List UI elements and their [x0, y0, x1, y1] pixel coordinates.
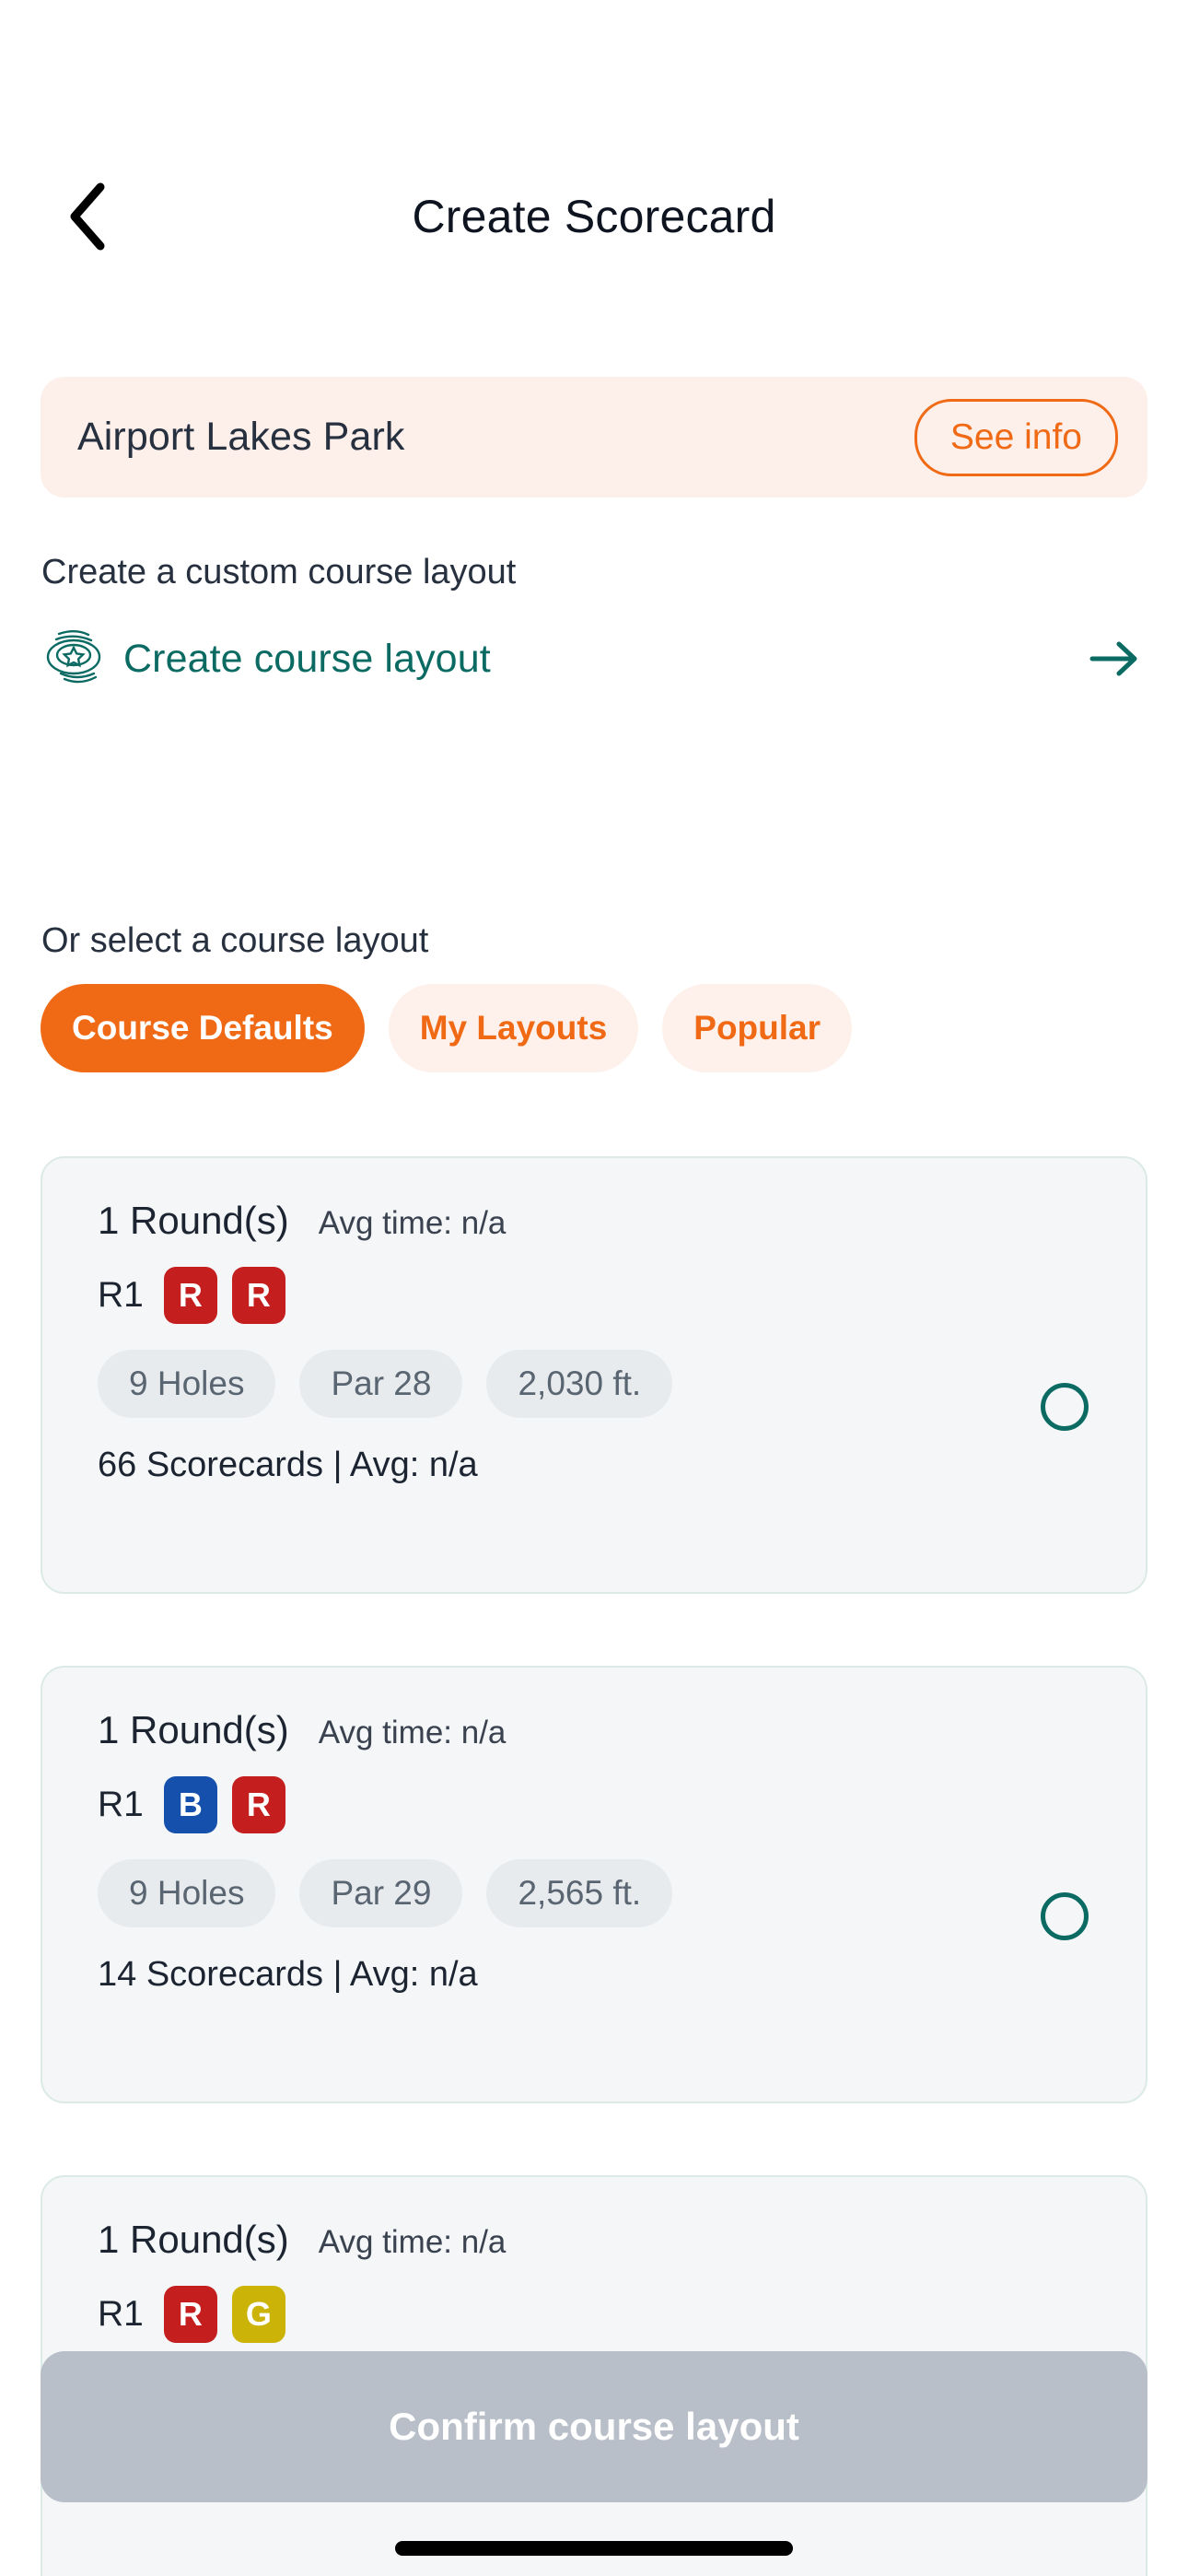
flying-disc-star-icon [41, 625, 109, 693]
distance-pill: 2,565 ft. [486, 1859, 673, 1927]
card-header-row: 1 Round(s) Avg time: n/a [98, 1708, 1109, 1752]
tee-row: R1 R G [98, 2286, 1109, 2343]
create-course-layout-row[interactable]: Create course layout [41, 608, 1147, 709]
back-button[interactable] [52, 181, 122, 252]
filter-chip-my-layouts[interactable]: My Layouts [388, 984, 639, 1072]
par-pill: Par 28 [299, 1350, 463, 1418]
card-header-row: 1 Round(s) Avg time: n/a [98, 1199, 1109, 1243]
tee-badge: B [163, 1776, 217, 1833]
holes-pill: 9 Holes [98, 1350, 276, 1418]
create-custom-layout-label: Create a custom course layout [41, 553, 517, 591]
tee-row: R1 R R [98, 1267, 1109, 1324]
create-scorecard-screen: Create Scorecard Airport Lakes Park See … [0, 0, 1188, 2576]
arrow-right-icon[interactable] [1089, 633, 1140, 685]
filter-chip-popular[interactable]: Popular [662, 984, 853, 1072]
tee-badge: R [163, 1267, 217, 1324]
filter-chip-course-defaults[interactable]: Course Defaults [41, 984, 365, 1072]
create-course-layout-link[interactable]: Create course layout [123, 637, 491, 682]
see-info-button[interactable]: See info [914, 398, 1118, 476]
distance-pill: 2,030 ft. [486, 1350, 673, 1418]
select-course-layout-label: Or select a course layout [41, 921, 429, 960]
layout-card[interactable]: 1 Round(s) Avg time: n/a R1 R R 9 Holes … [41, 1156, 1147, 1594]
par-pill: Par 29 [299, 1859, 463, 1927]
course-name: Airport Lakes Park [77, 415, 405, 459]
avg-time: Avg time: n/a [318, 2224, 507, 2260]
tee-badge: G [231, 2286, 285, 2343]
holes-pill: 9 Holes [98, 1859, 276, 1927]
tee-badge: R [231, 1776, 285, 1833]
card-header-row: 1 Round(s) Avg time: n/a [98, 2218, 1109, 2262]
tee-badge: R [163, 2286, 217, 2343]
rounds-count: 1 Round(s) [98, 2218, 289, 2261]
tee-badge: R [231, 1267, 285, 1324]
confirm-course-layout-button[interactable]: Confirm course layout [41, 2351, 1147, 2502]
layout-card[interactable]: 1 Round(s) Avg time: n/a R1 B R 9 Holes … [41, 1666, 1147, 2103]
app-header: Create Scorecard [0, 166, 1188, 267]
round-label: R1 [98, 2294, 144, 2334]
layout-select-radio[interactable] [1041, 1892, 1089, 1940]
scorecards-summary: 66 Scorecards | Avg: n/a [98, 1446, 478, 1484]
avg-time: Avg time: n/a [318, 1205, 507, 1241]
round-label: R1 [98, 1785, 144, 1824]
round-label: R1 [98, 1275, 144, 1315]
layout-select-radio[interactable] [1041, 1383, 1089, 1431]
rounds-count: 1 Round(s) [98, 1199, 289, 1242]
tee-row: R1 B R [98, 1776, 1109, 1833]
rounds-count: 1 Round(s) [98, 1708, 289, 1751]
layout-filter-chip-row[interactable]: Course Defaults My Layouts Popular [41, 984, 1188, 1072]
stats-row: 9 Holes Par 28 2,030 ft. [98, 1350, 1109, 1418]
stats-row: 9 Holes Par 29 2,565 ft. [98, 1859, 1109, 1927]
course-banner: Airport Lakes Park See info [41, 377, 1147, 498]
page-title: Create Scorecard [412, 191, 776, 242]
home-indicator [395, 2541, 793, 2556]
scorecards-summary: 14 Scorecards | Avg: n/a [98, 1955, 478, 1994]
avg-time: Avg time: n/a [318, 1715, 507, 1751]
chevron-left-icon [65, 181, 108, 252]
